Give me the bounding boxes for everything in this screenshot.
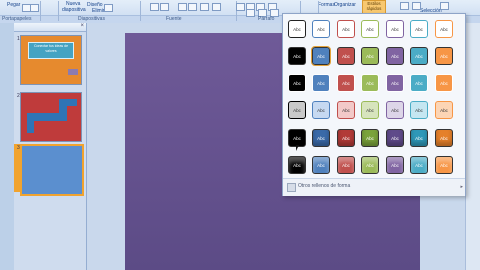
shape-style-tile[interactable]: Abc bbox=[361, 101, 379, 119]
shape-style-tile[interactable]: Abc bbox=[311, 46, 331, 66]
pipe-shape bbox=[59, 99, 77, 106]
shape-style-tile[interactable]: Abc bbox=[410, 129, 428, 147]
shape-style-tile[interactable]: Abc bbox=[312, 101, 330, 119]
slide-thumbnail-3[interactable] bbox=[20, 144, 84, 196]
ribbon-label[interactable]: diapositiva bbox=[62, 7, 86, 13]
ribbon-separator bbox=[140, 1, 141, 21]
ribbon-label[interactable]: Organizar bbox=[334, 2, 356, 8]
toolbar-icon[interactable] bbox=[440, 2, 449, 10]
chevron-right-icon: ▸ bbox=[460, 184, 463, 190]
toolbar-icon[interactable] bbox=[212, 3, 221, 11]
shape-styles-gallery: Abc Abc Abc Abc Abc Abc Abc Abc Abc Abc Abc Abc Abc A… bbox=[282, 13, 466, 196]
shape-style-tile[interactable]: Abc bbox=[288, 156, 306, 174]
pipe-shape bbox=[27, 113, 34, 133]
toolbar-icon[interactable] bbox=[104, 4, 113, 12]
shape-style-tile[interactable]: Abc bbox=[361, 74, 379, 92]
mouse-cursor-icon bbox=[296, 145, 299, 151]
shape-style-tile[interactable]: Abc bbox=[288, 74, 306, 92]
shape-style-tile[interactable]: Abc bbox=[361, 129, 379, 147]
shape-style-tile[interactable]: Abc bbox=[337, 156, 355, 174]
shape-style-tile[interactable]: Abc bbox=[312, 129, 330, 147]
shape-style-tile[interactable]: Abc bbox=[410, 101, 428, 119]
toolbar-icon[interactable] bbox=[412, 2, 421, 10]
ribbon-group-label: Diapositivas bbox=[78, 16, 105, 22]
toolbar-icon[interactable] bbox=[200, 3, 209, 11]
shape-style-tile[interactable]: Abc bbox=[435, 47, 453, 65]
ribbon-group-label: Fuente bbox=[166, 16, 182, 22]
toolbar-icon[interactable] bbox=[178, 3, 187, 11]
shape-style-tile[interactable]: Abc bbox=[361, 156, 379, 174]
shape-style-tile[interactable]: Abc bbox=[386, 101, 404, 119]
shape-style-tile[interactable]: Abc bbox=[386, 74, 404, 92]
shape-style-tile[interactable]: Abc bbox=[386, 20, 404, 38]
shape-style-tile[interactable]: Abc bbox=[288, 20, 306, 38]
shape-style-tile[interactable]: Abc bbox=[435, 101, 453, 119]
close-icon[interactable]: × bbox=[80, 23, 84, 29]
vertical-scrollbar[interactable] bbox=[465, 23, 480, 270]
toolbar-icon[interactable] bbox=[236, 3, 245, 11]
thumbnail-arrow-shape bbox=[68, 69, 78, 75]
panel-tabs: × bbox=[14, 23, 86, 32]
shape-style-tile[interactable]: Abc bbox=[312, 20, 330, 38]
ribbon-label[interactable]: Formas bbox=[318, 2, 335, 8]
toolbar-icon[interactable] bbox=[188, 3, 197, 11]
slide-thumbnail-1[interactable]: Conectar tus ideas de valores bbox=[20, 35, 82, 85]
more-fills-label: Otros rellenos de forma bbox=[298, 183, 351, 189]
ribbon-separator bbox=[40, 1, 41, 21]
toolbar-icon[interactable] bbox=[246, 9, 255, 17]
shape-style-tile[interactable]: Abc bbox=[337, 101, 355, 119]
shape-style-tile[interactable]: Abc bbox=[312, 156, 330, 174]
shape-style-tile[interactable]: Abc bbox=[337, 74, 355, 92]
shape-style-tile[interactable]: Abc bbox=[337, 47, 355, 65]
shape-style-tile[interactable]: Abc bbox=[288, 101, 306, 119]
quick-styles-button[interactable]: Estilos rápidos bbox=[362, 0, 386, 14]
shape-style-tile[interactable]: Abc bbox=[337, 129, 355, 147]
shape-style-tile[interactable]: Abc bbox=[410, 20, 428, 38]
shape-style-tile[interactable]: Abc bbox=[386, 47, 404, 65]
shape-style-tile[interactable]: Abc bbox=[435, 156, 453, 174]
shape-style-tile[interactable]: Abc bbox=[288, 47, 306, 65]
toolbar-icon[interactable] bbox=[150, 3, 159, 11]
ribbon-label[interactable]: Pegar bbox=[7, 2, 20, 8]
shape-style-tile[interactable]: Abc bbox=[435, 129, 453, 147]
shape-style-tile[interactable]: Abc bbox=[410, 47, 428, 65]
shape-style-tile[interactable]: Abc bbox=[386, 156, 404, 174]
toolbar-icon[interactable] bbox=[400, 2, 409, 10]
slide-thumbnail-2[interactable] bbox=[20, 92, 82, 142]
ribbon-separator bbox=[58, 1, 59, 21]
ribbon-group-label: Párrafo bbox=[258, 16, 275, 22]
shape-style-tile[interactable]: Abc bbox=[435, 74, 453, 92]
toolbar-icon[interactable] bbox=[160, 3, 169, 11]
shape-style-tile[interactable]: Abc bbox=[410, 156, 428, 174]
shape-style-tile[interactable]: Abc bbox=[386, 129, 404, 147]
shape-style-tile[interactable]: Abc bbox=[337, 20, 355, 38]
more-fills-row[interactable]: Otros rellenos de forma ▸ bbox=[283, 178, 465, 196]
fill-icon bbox=[287, 183, 296, 192]
shape-style-tile[interactable]: Abc bbox=[361, 47, 379, 65]
toolbar-icon[interactable] bbox=[30, 4, 39, 12]
thumbnail-text-box: Conectar tus ideas de valores bbox=[28, 42, 74, 59]
shape-style-tile[interactable]: Abc bbox=[435, 20, 453, 38]
shape-style-tile[interactable]: Abc bbox=[410, 74, 428, 92]
shape-style-tile[interactable]: Abc bbox=[312, 74, 330, 92]
shape-style-tile[interactable]: Abc bbox=[361, 20, 379, 38]
ribbon-group-label: Portapapeles bbox=[2, 16, 32, 22]
